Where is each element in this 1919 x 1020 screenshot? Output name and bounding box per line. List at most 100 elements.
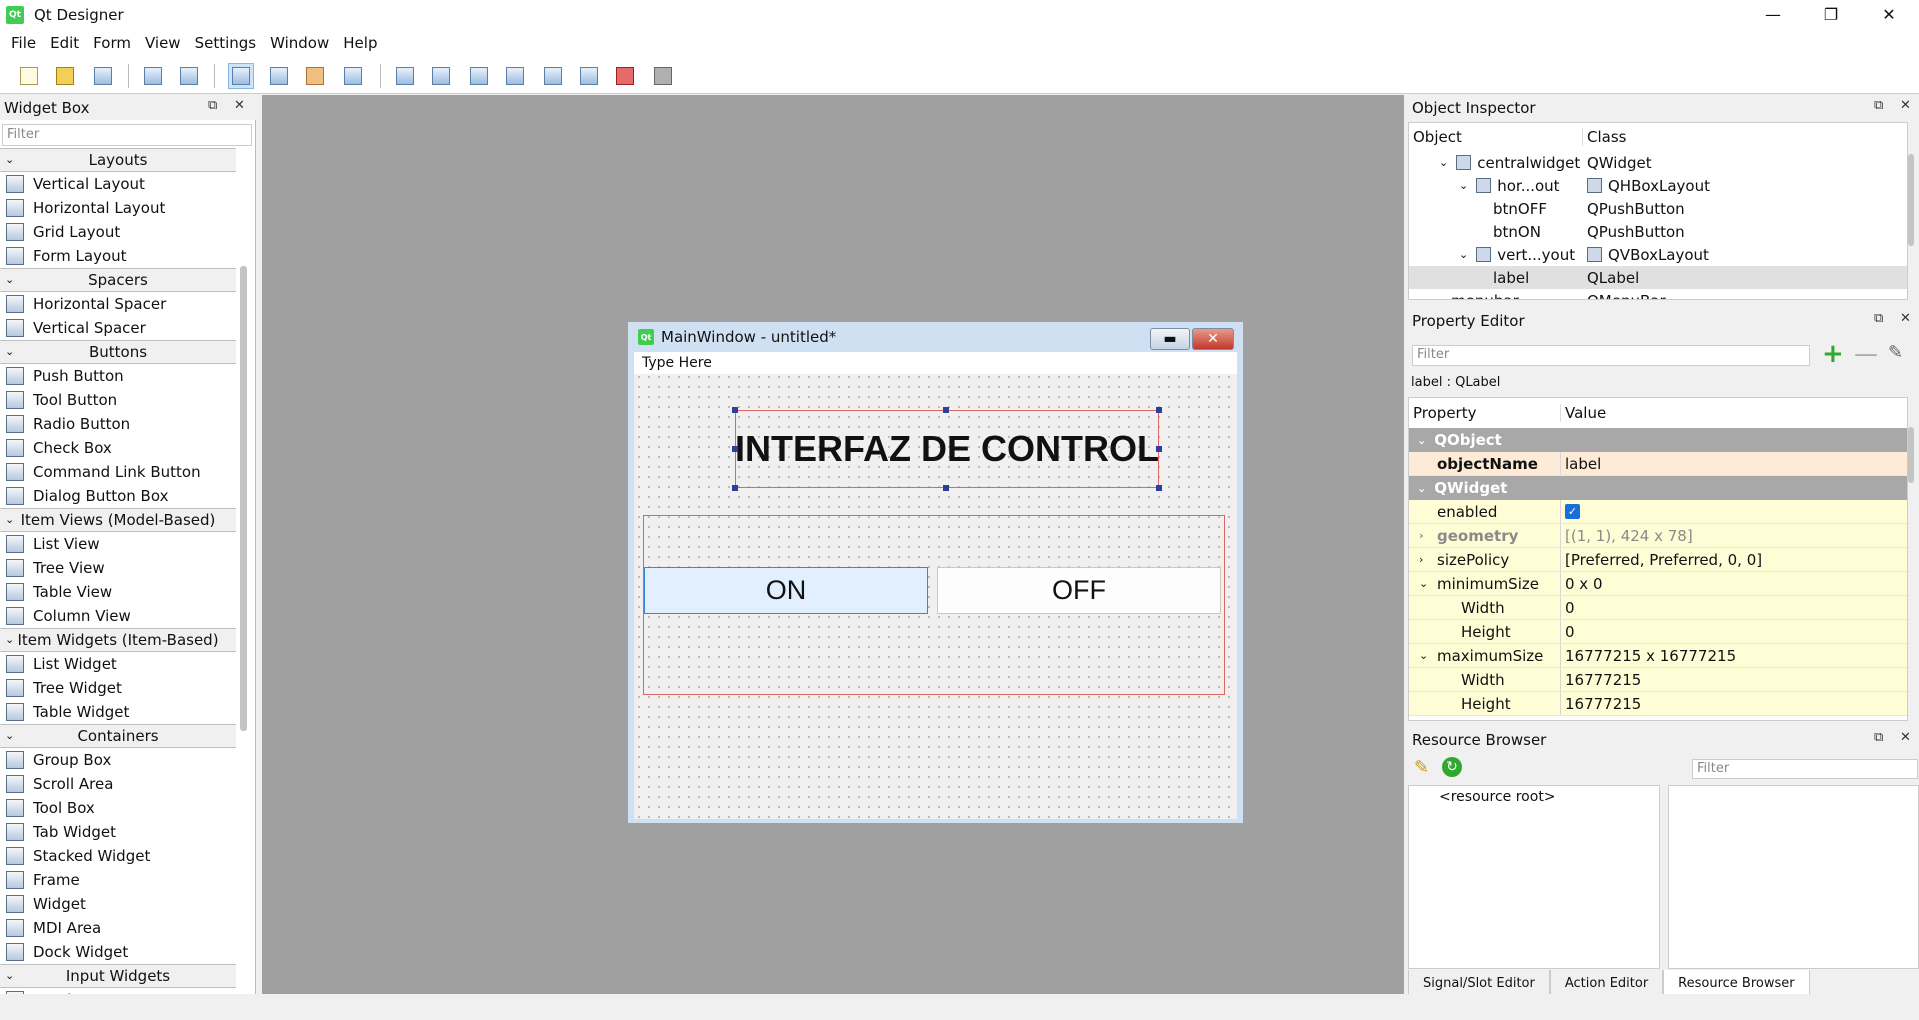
edit-resources-icon[interactable]: ✎ [1414, 757, 1429, 778]
chevron-down-icon[interactable]: ⌄ [1459, 248, 1468, 261]
widget-item-grid-layout[interactable]: Grid Layout [0, 220, 236, 244]
resize-handle[interactable] [943, 485, 949, 491]
widget-item-horizontal-layout[interactable]: Horizontal Layout [0, 196, 236, 220]
widget-item-push-button[interactable]: Push Button [0, 364, 236, 388]
object-row-vert-yout[interactable]: ⌄ vert...yout QVBoxLayout [1409, 243, 1907, 266]
chevron-down-icon[interactable]: ⌄ [1439, 156, 1448, 169]
property-table-scrollbar[interactable] [1908, 427, 1914, 483]
object-tree-scrollbar[interactable] [1908, 154, 1914, 246]
break-layout-icon[interactable] [612, 63, 638, 89]
control-interface-label[interactable]: INTERFAZ DE CONTROL [735, 410, 1159, 488]
chevron-down-icon[interactable]: ⌄ [1419, 649, 1428, 662]
lay-out-horizontally-icon[interactable] [392, 63, 418, 89]
widget-item-scroll-area[interactable]: Scroll Area [0, 772, 236, 796]
object-row-btnoff[interactable]: btnOFF QPushButton [1409, 197, 1907, 220]
widget-item-list-widget[interactable]: List Widget [0, 652, 236, 676]
widget-item-table-widget[interactable]: Table Widget [0, 700, 236, 724]
object-row-label[interactable]: label QLabel [1409, 266, 1907, 289]
widget-item-stacked-widget[interactable]: Stacked Widget [0, 844, 236, 868]
widget-item-list-view[interactable]: List View [0, 532, 236, 556]
prop-max-height[interactable]: Height 16777215 [1409, 692, 1907, 716]
lay-out-horizontal-splitter-icon[interactable] [466, 63, 492, 89]
category-item-widgets-item-based[interactable]: ⌄ Item Widgets (Item-Based) [0, 628, 236, 652]
object-row-btnon[interactable]: btnON QPushButton [1409, 220, 1907, 243]
resize-handle[interactable] [1156, 407, 1162, 413]
close-icon[interactable]: ✕ [1192, 328, 1234, 350]
widget-item-radio-button[interactable]: Radio Button [0, 412, 236, 436]
bring-to-front-icon[interactable] [176, 63, 202, 89]
widget-item-dock-widget[interactable]: Dock Widget [0, 940, 236, 964]
category-layouts[interactable]: ⌄ Layouts [0, 148, 236, 172]
widget-item-vertical-spacer[interactable]: Vertical Spacer [0, 316, 236, 340]
widget-item-dialog-button-box[interactable]: Dialog Button Box [0, 484, 236, 508]
configure-icon[interactable]: ✎ [1888, 342, 1903, 363]
close-icon[interactable]: ✕ [1900, 98, 1911, 113]
prop-geometry[interactable]: › geometry [(1, 1), 424 x 78] [1409, 524, 1907, 548]
chevron-right-icon[interactable]: › [1419, 553, 1423, 566]
widget-item-frame[interactable]: Frame [0, 868, 236, 892]
widget-box-scrollbar[interactable] [240, 266, 247, 731]
object-row-menubar[interactable]: menubarQMenuBar [1409, 289, 1907, 300]
menu-form[interactable]: Form [86, 34, 138, 52]
menu-window[interactable]: Window [263, 34, 336, 52]
open-form-icon[interactable] [52, 63, 78, 89]
prop-maximumsize[interactable]: ⌄ maximumSize 16777215 x 16777215 [1409, 644, 1907, 668]
category-buttons[interactable]: ⌄ Buttons [0, 340, 236, 364]
resize-handle[interactable] [732, 446, 738, 452]
prop-sizepolicy[interactable]: › sizePolicy [Preferred, Preferred, 0, 0] [1409, 548, 1907, 572]
menu-help[interactable]: Help [336, 34, 384, 52]
edit-tab-order-icon[interactable] [340, 63, 366, 89]
float-icon[interactable]: ⧉ [1874, 98, 1883, 113]
prop-enabled[interactable]: enabled ✓ [1409, 500, 1907, 524]
lay-out-vertically-icon[interactable] [428, 63, 454, 89]
float-icon[interactable]: ⧉ [1874, 730, 1883, 745]
send-to-back-icon[interactable] [140, 63, 166, 89]
minimize-icon[interactable]: — [1744, 0, 1802, 29]
edit-signals-slots-icon[interactable] [266, 63, 292, 89]
lay-out-vertical-splitter-icon[interactable] [502, 63, 528, 89]
float-icon[interactable]: ⧉ [208, 98, 217, 113]
type-here-placeholder[interactable]: Type Here [642, 355, 712, 371]
edit-buddies-icon[interactable] [302, 63, 328, 89]
minimize-icon[interactable]: ▬ [1150, 328, 1190, 350]
widget-item-table-view[interactable]: Table View [0, 580, 236, 604]
widget-item-tree-view[interactable]: Tree View [0, 556, 236, 580]
prop-min-width[interactable]: Width 0 [1409, 596, 1907, 620]
close-icon[interactable]: ✕ [1860, 0, 1918, 29]
object-row-hor-out[interactable]: ⌄ hor...out QHBoxLayout [1409, 174, 1907, 197]
widget-item-form-layout[interactable]: Form Layout [0, 244, 236, 268]
off-button[interactable]: OFF [937, 567, 1221, 614]
prop-min-height[interactable]: Height 0 [1409, 620, 1907, 644]
float-icon[interactable]: ⧉ [1874, 311, 1883, 326]
resize-handle[interactable] [943, 407, 949, 413]
prop-minimumsize[interactable]: ⌄ minimumSize 0 x 0 [1409, 572, 1907, 596]
resource-root-item[interactable]: <resource root> [1409, 786, 1659, 805]
widget-item-tree-widget[interactable]: Tree Widget [0, 676, 236, 700]
save-form-icon[interactable] [90, 63, 116, 89]
prop-max-width[interactable]: Width 16777215 [1409, 668, 1907, 692]
resize-handle[interactable] [1156, 446, 1162, 452]
widget-item-tool-button[interactable]: Tool Button [0, 388, 236, 412]
close-icon[interactable]: ✕ [1900, 311, 1911, 326]
resize-handle[interactable] [732, 485, 738, 491]
chevron-down-icon[interactable]: ⌄ [1419, 577, 1428, 590]
category-item-views-model-based[interactable]: ⌄ Item Views (Model-Based) [0, 508, 236, 532]
widget-item-tab-widget[interactable]: Tab Widget [0, 820, 236, 844]
widget-item-widget[interactable]: Widget [0, 892, 236, 916]
menu-view[interactable]: View [138, 34, 188, 52]
chevron-down-icon[interactable]: ⌄ [1459, 179, 1468, 192]
widget-item-tool-box[interactable]: Tool Box [0, 796, 236, 820]
resource-filter-input[interactable]: Filter [1692, 759, 1918, 779]
new-form-icon[interactable] [16, 63, 42, 89]
group-qwidget[interactable]: ⌄ QWidget [1409, 476, 1907, 500]
widget-item-horizontal-spacer[interactable]: Horizontal Spacer [0, 292, 236, 316]
category-spacers[interactable]: ⌄ Spacers [0, 268, 236, 292]
reload-icon[interactable]: ↻ [1442, 757, 1462, 777]
menu-edit[interactable]: Edit [43, 34, 86, 52]
close-icon[interactable]: ✕ [1900, 730, 1911, 745]
widget-box-filter-input[interactable]: Filter [2, 124, 252, 146]
adjust-size-icon[interactable] [650, 63, 676, 89]
category-containers[interactable]: ⌄ Containers [0, 724, 236, 748]
group-qobject[interactable]: ⌄ QObject [1409, 428, 1907, 452]
lay-out-grid-icon[interactable] [540, 63, 566, 89]
